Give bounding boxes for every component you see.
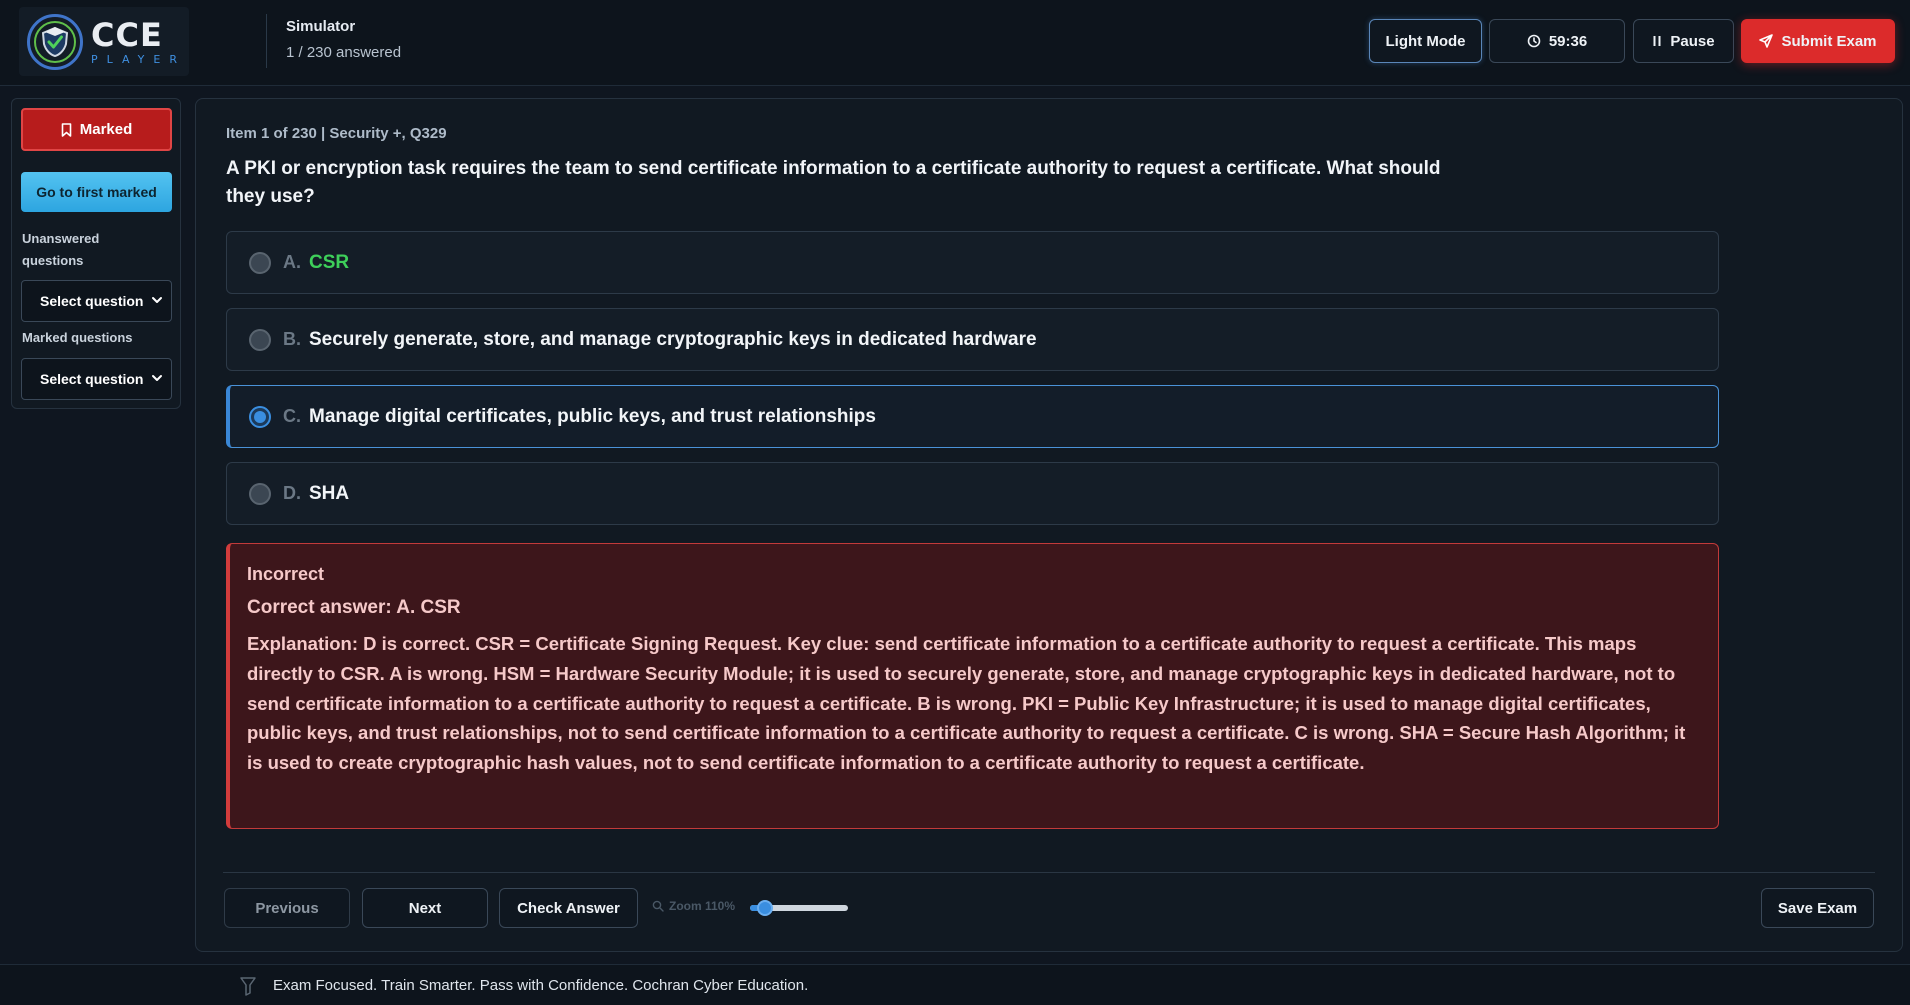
pause-label: Pause	[1670, 32, 1715, 50]
option-text: SHA	[309, 482, 350, 504]
item-meta: Item 1 of 230 | Security +, Q329	[226, 125, 447, 142]
save-exam-button[interactable]: Save Exam	[1761, 888, 1874, 928]
timer-value: 59:36	[1548, 32, 1588, 50]
go-to-first-marked-label: Go to first marked	[36, 184, 157, 200]
submit-exam-button[interactable]: Submit Exam	[1741, 19, 1895, 63]
zoom-label: Zoom 110%	[652, 899, 735, 913]
check-answer-label: Check Answer	[517, 899, 620, 917]
option-text: Manage digital certificates, public keys…	[309, 405, 876, 427]
logo-subtext: PLAYER	[91, 52, 186, 66]
question-text: A PKI or encryption task requires the te…	[226, 158, 1441, 207]
send-icon	[1759, 34, 1774, 48]
shield-icon	[27, 13, 83, 70]
marked-toggle-button[interactable]: Marked	[21, 108, 172, 151]
correct-answer: Correct answer: A. CSR	[247, 597, 461, 618]
zoom-slider-thumb[interactable]	[757, 900, 773, 916]
radio-button[interactable]	[249, 328, 271, 351]
zoom-value: Zoom 110%	[669, 899, 736, 913]
explanation-text: Explanation: D is correct. CSR = Certifi…	[247, 633, 1686, 774]
zoom-icon	[652, 900, 664, 912]
answer-option-a[interactable]: A. CSR	[226, 231, 1719, 294]
chevron-down-icon	[152, 375, 162, 381]
option-text: CSR	[309, 251, 350, 273]
clock-icon	[1527, 34, 1541, 48]
option-letter: D.	[283, 483, 301, 503]
unanswered-select-value: Select question	[40, 293, 144, 309]
marked-questions-label: Marked questions	[22, 330, 133, 345]
bookmark-icon	[61, 122, 72, 137]
timer-display: 59:36	[1489, 19, 1625, 63]
tagline: Exam Focused. Train Smarter. Pass with C…	[273, 977, 809, 994]
page-title: Simulator	[286, 18, 356, 35]
marked-select-value: Select question	[40, 371, 144, 387]
go-to-first-marked-button[interactable]: Go to first marked	[21, 172, 172, 212]
marked-label: Marked	[79, 121, 133, 138]
save-exam-label: Save Exam	[1777, 899, 1858, 917]
previous-label: Previous	[255, 899, 319, 917]
answer-option-c[interactable]: C. Manage digital certificates, public k…	[226, 385, 1719, 448]
graduation-cap-icon	[240, 977, 256, 996]
option-letter: B.	[283, 329, 301, 349]
next-label: Next	[408, 899, 442, 917]
radio-button-selected[interactable]	[249, 405, 271, 428]
chevron-down-icon	[152, 297, 162, 303]
logo-text: CCE	[91, 15, 163, 54]
radio-button[interactable]	[249, 482, 271, 505]
bottom-bar: Exam Focused. Train Smarter. Pass with C…	[0, 964, 1910, 1005]
light-mode-label: Light Mode	[1385, 32, 1466, 50]
answer-option-d[interactable]: D. SHA	[226, 462, 1719, 525]
question-panel: Item 1 of 230 | Security +, Q329 A PKI o…	[195, 98, 1903, 952]
header-divider	[266, 14, 267, 68]
option-letter: A.	[283, 252, 301, 272]
radio-button[interactable]	[249, 251, 271, 274]
unanswered-questions-label: Unanswered questions	[22, 231, 100, 268]
option-letter: C.	[283, 406, 301, 426]
answer-option-b[interactable]: B. Securely generate, store, and manage …	[226, 308, 1719, 371]
answer-feedback: Incorrect Correct answer: A. CSR Explana…	[226, 543, 1719, 829]
option-text: Securely generate, store, and manage cry…	[309, 328, 1037, 350]
check-answer-button[interactable]: Check Answer	[499, 888, 638, 928]
previous-button[interactable]: Previous	[224, 888, 350, 928]
feedback-status: Incorrect	[247, 564, 325, 584]
zoom-slider[interactable]	[750, 900, 848, 916]
submit-exam-label: Submit Exam	[1781, 32, 1877, 50]
pause-icon	[1653, 36, 1661, 46]
app-logo: CCE PLAYER	[19, 7, 189, 76]
answered-progress: 1 / 230 answered	[286, 44, 402, 61]
pause-button[interactable]: Pause	[1633, 19, 1734, 63]
light-mode-button[interactable]: Light Mode	[1369, 19, 1482, 63]
marked-questions-select[interactable]: Select question	[21, 358, 172, 400]
footer-divider	[223, 872, 1875, 873]
question-navigator-sidebar: Marked Go to first marked Unanswered que…	[11, 98, 181, 409]
next-button[interactable]: Next	[362, 888, 488, 928]
unanswered-questions-select[interactable]: Select question	[21, 280, 172, 322]
app-header: CCE PLAYER Simulator 1 / 230 answered Li…	[0, 0, 1910, 86]
